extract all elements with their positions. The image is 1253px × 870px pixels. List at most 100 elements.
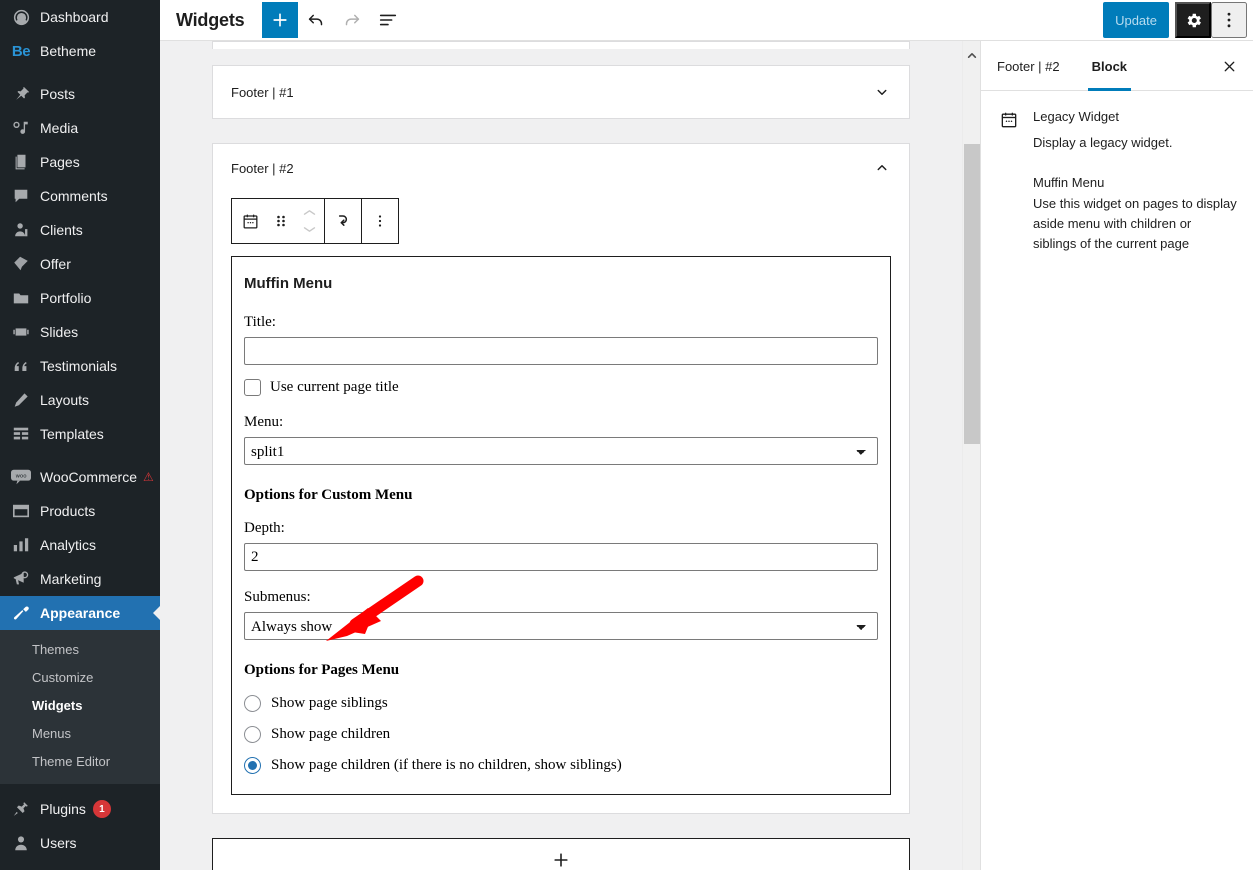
- analytics-icon: [10, 534, 32, 556]
- clients-icon: [10, 219, 32, 241]
- canvas-scrollbar[interactable]: [962, 41, 980, 870]
- editor-body: Footer | #1 Footer | #2 Muffin Menu Titl…: [160, 41, 1253, 870]
- sidebar-item-label: Dashboard: [40, 9, 109, 25]
- page-title: Widgets: [176, 9, 245, 30]
- sidebar-item-users[interactable]: Users: [0, 826, 160, 860]
- radio-show-page-children[interactable]: Show page children: [244, 726, 878, 743]
- update-button[interactable]: Update: [1103, 2, 1169, 38]
- sidebar-item-comments[interactable]: Comments: [0, 179, 160, 213]
- sidebar-item-analytics[interactable]: Analytics: [0, 528, 160, 562]
- submenus-select[interactable]: Always show: [244, 612, 878, 640]
- radio-show-page-siblings[interactable]: Show page siblings: [244, 695, 878, 712]
- products-icon: [10, 500, 32, 522]
- widget-form-title: Muffin Menu: [244, 275, 333, 292]
- sidebar-item-label: Users: [40, 835, 77, 851]
- sidebar-item-products[interactable]: Products: [0, 494, 160, 528]
- radio-input[interactable]: [244, 695, 261, 712]
- menu-select-value: split1: [251, 444, 285, 460]
- users-icon: [10, 832, 32, 854]
- widget-area-above-cutoff: [212, 41, 910, 49]
- widget-area-footer-1[interactable]: Footer | #1: [212, 65, 910, 119]
- list-view-button[interactable]: [370, 2, 406, 38]
- radio-input[interactable]: [244, 757, 261, 774]
- media-icon: [10, 117, 32, 139]
- widget-area-header[interactable]: Footer | #2: [213, 144, 909, 192]
- sidebar-item-layouts[interactable]: Layouts: [0, 383, 160, 417]
- sidebar-item-offer[interactable]: Offer: [0, 247, 160, 281]
- sidebar-item-slides[interactable]: Slides: [0, 315, 160, 349]
- header-actions: Update: [1103, 0, 1253, 41]
- redo-button[interactable]: [334, 2, 370, 38]
- menu-select[interactable]: split1: [244, 437, 878, 465]
- pin-icon: [10, 83, 32, 105]
- radio-label: Show page siblings: [271, 695, 388, 711]
- sidebar-subitem-menus[interactable]: Menus: [0, 720, 160, 748]
- sidebar-item-clients[interactable]: Clients: [0, 213, 160, 247]
- sidebar-subitem-theme-editor[interactable]: Theme Editor: [0, 748, 160, 776]
- drag-handle-icon[interactable]: [268, 199, 294, 243]
- settings-gear-button[interactable]: [1175, 2, 1211, 38]
- form-spacer: [244, 571, 878, 589]
- sidebar-item-label: Pages: [40, 154, 80, 170]
- sidebar-item-portfolio[interactable]: Portfolio: [0, 281, 160, 315]
- sidebar-item-label: Slides: [40, 324, 79, 340]
- sidebar-item-label: Comments: [40, 188, 108, 204]
- add-block-button[interactable]: [262, 2, 299, 38]
- radio-input[interactable]: [244, 726, 261, 743]
- sidebar-item-label: Appearance: [40, 605, 121, 621]
- sidebar-item-templates[interactable]: Templates: [0, 417, 160, 451]
- plugins-update-badge: 1: [92, 800, 111, 818]
- inspector-block-card: Legacy Widget Display a legacy widget.: [997, 107, 1237, 153]
- tab-widget-area[interactable]: Footer | #2: [981, 41, 1076, 91]
- sidebar-item-betheme[interactable]: Be Betheme: [0, 34, 160, 68]
- slides-icon: [10, 321, 32, 343]
- legacy-widget-icon[interactable]: [232, 199, 268, 243]
- use-current-page-title-checkbox[interactable]: [244, 379, 261, 396]
- sidebar-item-label: Media: [40, 120, 79, 136]
- sidebar-item-pages[interactable]: Pages: [0, 145, 160, 179]
- sidebar-item-woocommerce[interactable]: woo WooCommerce ⚠: [0, 460, 160, 494]
- inspector-block-name: Legacy Widget: [1033, 109, 1119, 124]
- block-mover[interactable]: [294, 199, 324, 243]
- widget-area-footer-2[interactable]: Footer | #2 Muffin Menu Title: Use curre…: [212, 143, 910, 814]
- tab-block[interactable]: Block: [1076, 41, 1143, 91]
- chevron-down-icon[interactable]: [873, 83, 891, 101]
- sidebar-subitem-themes[interactable]: Themes: [0, 636, 160, 664]
- sidebar-item-appearance[interactable]: Appearance: [0, 596, 160, 630]
- sidebar-item-testimonials[interactable]: Testimonials: [0, 349, 160, 383]
- widget-area-title: Footer | #1: [231, 84, 294, 100]
- move-up-icon[interactable]: [302, 208, 317, 217]
- sidebar-item-dashboard[interactable]: Dashboard: [0, 0, 160, 34]
- megaphone-icon: [10, 568, 32, 590]
- scrollbar-thumb[interactable]: [964, 144, 980, 444]
- undo-button[interactable]: [298, 2, 334, 38]
- widget-area-header[interactable]: Footer | #1: [213, 66, 909, 118]
- block-appender-button[interactable]: [212, 838, 910, 870]
- sidebar-item-label: Layouts: [40, 392, 90, 408]
- widgets-screen: Dashboard Be Betheme Posts Media Pages C…: [0, 0, 1253, 870]
- use-current-page-title-label: Use current page title: [270, 379, 399, 395]
- inspector-widget-description: Use this widget on pages to display asid…: [1033, 196, 1237, 251]
- canvas-scroll-region: Footer | #1 Footer | #2 Muffin Menu Titl…: [160, 41, 962, 870]
- editor-options-kebab-button[interactable]: [1211, 2, 1247, 38]
- sidebar-item-plugins[interactable]: Plugins 1: [0, 792, 160, 826]
- radio-show-page-children-fallback-siblings[interactable]: Show page children (if there is no child…: [244, 757, 878, 774]
- transform-icon[interactable]: [325, 199, 361, 243]
- sidebar-subitem-customize[interactable]: Customize: [0, 664, 160, 692]
- scroll-up-arrow-icon[interactable]: [963, 46, 980, 64]
- sidebar-item-marketing[interactable]: Marketing: [0, 562, 160, 596]
- sidebar-item-media[interactable]: Media: [0, 111, 160, 145]
- depth-input[interactable]: [244, 543, 878, 571]
- title-input[interactable]: [244, 337, 878, 365]
- radio-label: Show page children: [271, 726, 391, 742]
- close-icon[interactable]: [1205, 41, 1253, 91]
- move-down-icon[interactable]: [302, 225, 317, 234]
- sidebar-item-posts[interactable]: Posts: [0, 77, 160, 111]
- chevron-up-icon[interactable]: [873, 159, 891, 177]
- use-current-page-title-row[interactable]: Use current page title: [244, 379, 878, 396]
- admin-sidebar: Dashboard Be Betheme Posts Media Pages C…: [0, 0, 160, 870]
- comment-icon: [10, 185, 32, 207]
- sidebar-subitem-widgets[interactable]: Widgets: [0, 692, 160, 720]
- block-options-kebab-icon[interactable]: [362, 199, 398, 243]
- radio-label: Show page children (if there is no child…: [271, 757, 622, 773]
